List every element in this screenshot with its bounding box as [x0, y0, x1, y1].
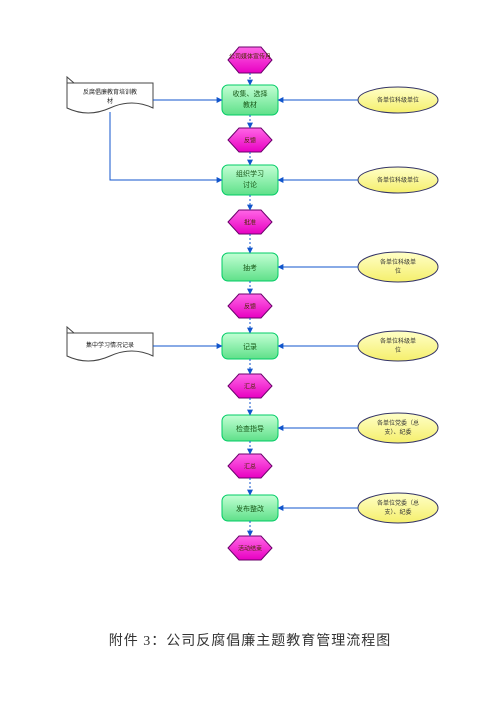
box-collect: 收集、选择 教材: [222, 85, 278, 115]
hex-start: 公司媒体宣传月: [228, 47, 272, 73]
box-rectify: 发布整改: [222, 495, 278, 521]
hex-summary-1-label: 汇总: [244, 383, 256, 391]
hex-summary-1: 汇总: [228, 374, 272, 398]
oval-4: 各单位科级单 位: [358, 331, 438, 361]
hex-start-label: 公司媒体宣传月: [229, 53, 271, 61]
box-record-label: 记录: [243, 343, 257, 351]
right-connectors: [278, 100, 358, 508]
oval-4-label-1: 各单位科级单: [380, 337, 416, 345]
box-exam: 抽考: [222, 253, 278, 281]
hex-feedback-1: 反馈: [228, 128, 272, 152]
doc-record: 集中学习情况记录: [67, 327, 153, 361]
oval-1-label: 各单位科级单位: [377, 96, 419, 104]
oval-2-label: 各单位科级单位: [377, 176, 419, 184]
hex-feedback-2: 反馈: [228, 294, 272, 318]
box-record: 记录: [222, 333, 278, 359]
box-inspect-label: 检查指导: [236, 424, 264, 433]
doc-material-label-1: 反腐倡廉教育培训教: [83, 88, 137, 96]
oval-6: 各单位党委（总 支）、纪委: [358, 493, 438, 523]
oval-6-label-2: 支）、纪委: [384, 508, 411, 516]
hex-feedback-1-label: 反馈: [244, 137, 256, 145]
hex-end-label: 活动结束: [238, 545, 262, 553]
doc-material-label-2: 材: [107, 97, 113, 105]
left-connectors: [110, 100, 222, 346]
hex-end: 活动结束: [228, 536, 272, 560]
hex-summary-2: 汇总: [228, 454, 272, 478]
oval-5-label-2: 支）、纪委: [384, 428, 411, 436]
hex-approve: 批准: [228, 210, 272, 234]
oval-5: 各单位党委（总 支）、纪委: [358, 413, 438, 443]
doc-record-label: 集中学习情况记录: [86, 341, 134, 349]
box-study-label-2: 讨论: [243, 180, 257, 189]
oval-3: 各单位科级单 位: [358, 252, 438, 282]
box-collect-label-2: 教材: [243, 100, 257, 109]
flowchart: 公司媒体宣传月 收集、选择 教材 反馈 组织学习 讨论 批准 抽考 反馈 记录: [0, 0, 500, 600]
hex-approve-label: 批准: [244, 219, 256, 227]
oval-5-label-1: 各单位党委（总: [377, 419, 419, 427]
hex-summary-2-label: 汇总: [244, 463, 256, 471]
box-collect-label-1: 收集、选择: [233, 89, 268, 98]
box-exam-label: 抽考: [243, 263, 257, 272]
box-study-label-1: 组织学习: [236, 169, 264, 178]
oval-4-label-2: 位: [395, 346, 401, 354]
oval-3-label-1: 各单位科级单: [380, 258, 416, 266]
box-rectify-label: 发布整改: [236, 504, 264, 513]
box-inspect: 检查指导: [222, 415, 278, 441]
figure-caption: 附件 3：公司反腐倡廉主题教育管理流程图: [0, 630, 500, 650]
oval-6-label-1: 各单位党委（总: [377, 499, 419, 507]
oval-1: 各单位科级单位: [358, 87, 438, 113]
box-study: 组织学习 讨论: [222, 165, 278, 195]
oval-2: 各单位科级单位: [358, 167, 438, 193]
doc-material: 反腐倡廉教育培训教 材: [67, 77, 153, 113]
oval-3-label-2: 位: [395, 267, 401, 275]
hex-feedback-2-label: 反馈: [244, 303, 256, 311]
